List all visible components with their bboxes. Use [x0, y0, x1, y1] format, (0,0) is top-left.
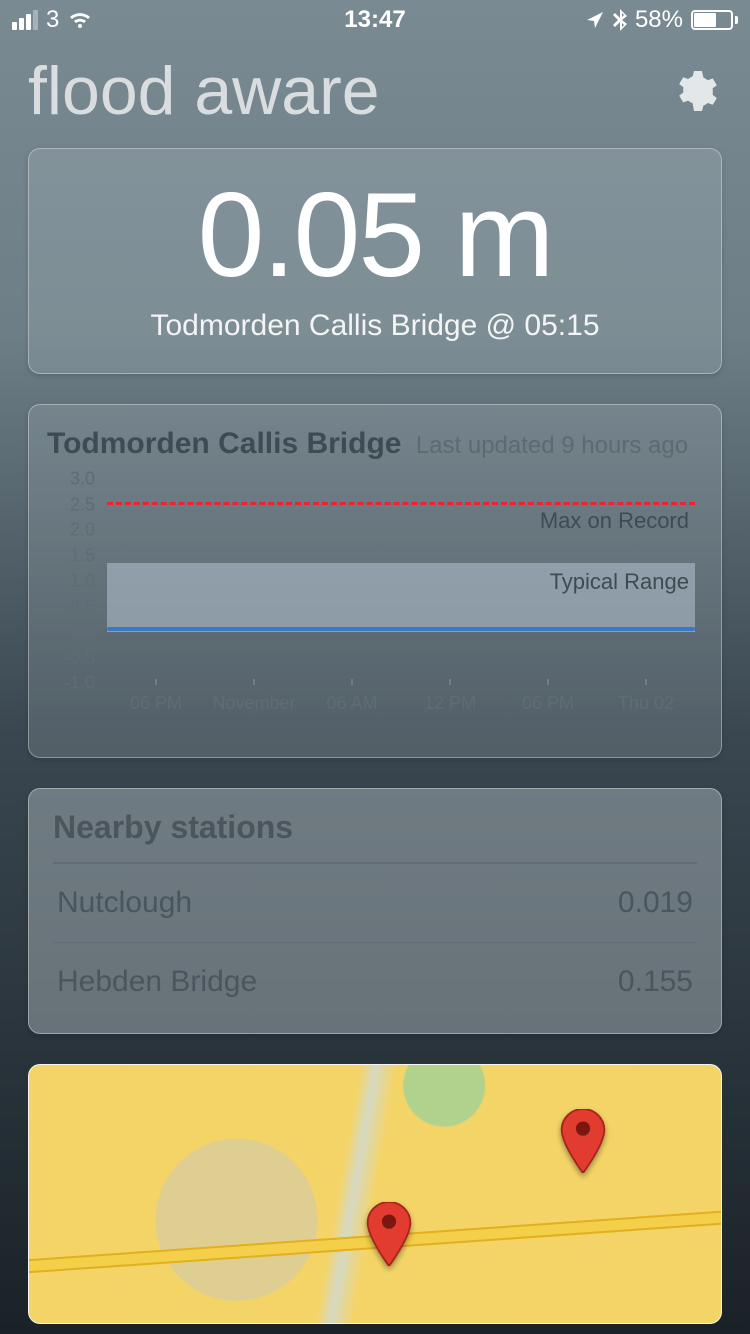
nearby-title: Nearby stations — [53, 809, 697, 864]
current-level-subtitle: Todmorden Callis Bridge @ 05:15 — [39, 309, 711, 343]
chart-water-line — [107, 627, 695, 631]
gear-icon — [670, 67, 718, 115]
nearby-name: Hebden Bridge — [57, 965, 257, 999]
y-tick: 3.0 — [70, 469, 95, 490]
chart-max-line — [107, 502, 695, 505]
x-tick: 06 PM — [130, 693, 182, 714]
bluetooth-icon — [613, 9, 627, 31]
y-tick: 2.5 — [70, 494, 95, 515]
signal-icon — [12, 10, 38, 30]
settings-button[interactable] — [666, 63, 722, 119]
nearby-row[interactable]: Nutclough 0.019 — [53, 864, 697, 943]
current-level-card[interactable]: 0.05 m Todmorden Callis Bridge @ 05:15 — [28, 148, 722, 374]
wifi-icon — [67, 10, 93, 30]
status-left: 3 — [12, 6, 93, 34]
status-right: 58% — [585, 6, 738, 34]
chart-station-name: Todmorden Callis Bridge — [47, 427, 401, 460]
nearby-name: Nutclough — [57, 886, 192, 920]
x-tick: Thu 02 — [618, 693, 674, 714]
chart-y-axis: 3.02.52.01.51.00.50.0-0.5-1.0 — [47, 479, 101, 723]
carrier-label: 3 — [46, 6, 59, 34]
chart-card[interactable]: Todmorden Callis Bridge Last updated 9 h… — [28, 404, 722, 758]
y-tick: 1.0 — [70, 571, 95, 592]
x-tick: 12 PM — [424, 693, 476, 714]
current-level-value: 0.05 m — [39, 175, 711, 295]
app-title: flood aware — [28, 52, 380, 130]
y-tick: 0.5 — [70, 596, 95, 617]
map-card[interactable] — [28, 1064, 722, 1324]
location-icon — [585, 10, 605, 30]
x-tick: 06 PM — [522, 693, 574, 714]
map-background — [29, 1065, 721, 1323]
nearby-row[interactable]: Hebden Bridge 0.155 — [53, 943, 697, 1021]
chart-max-label: Max on Record — [540, 508, 689, 534]
map-pin[interactable] — [559, 1109, 607, 1173]
chart-updated: Last updated 9 hours ago — [416, 432, 688, 459]
y-tick: -0.5 — [64, 647, 95, 668]
chart-plot: Typical Range Max on Record — [107, 479, 695, 683]
y-tick: 0.0 — [70, 622, 95, 643]
chart-x-axis: 06 PM November 06 AM 12 PM 06 PM Thu 02 — [107, 687, 695, 723]
nearby-value: 0.019 — [618, 886, 693, 920]
y-tick: 2.0 — [70, 520, 95, 541]
chart-area: 3.02.52.01.51.00.50.0-0.5-1.0 Typical Ra… — [47, 479, 703, 723]
chart-typical-label: Typical Range — [550, 569, 689, 595]
status-bar: 3 13:47 58% — [0, 0, 750, 40]
app-header: flood aware — [0, 40, 750, 138]
x-tick: 06 AM — [326, 693, 377, 714]
battery-icon — [691, 10, 738, 30]
x-tick: November — [212, 693, 295, 714]
status-time: 13:47 — [344, 6, 405, 34]
nearby-value: 0.155 — [618, 965, 693, 999]
y-tick: -1.0 — [64, 673, 95, 694]
chart-title: Todmorden Callis Bridge Last updated 9 h… — [47, 427, 703, 461]
map-pin[interactable] — [365, 1202, 413, 1266]
nearby-list: Nutclough 0.019 Hebden Bridge 0.155 — [53, 864, 697, 1021]
y-tick: 1.5 — [70, 545, 95, 566]
battery-pct: 58% — [635, 6, 683, 34]
nearby-stations-card: Nearby stations Nutclough 0.019 Hebden Bri… — [28, 788, 722, 1034]
